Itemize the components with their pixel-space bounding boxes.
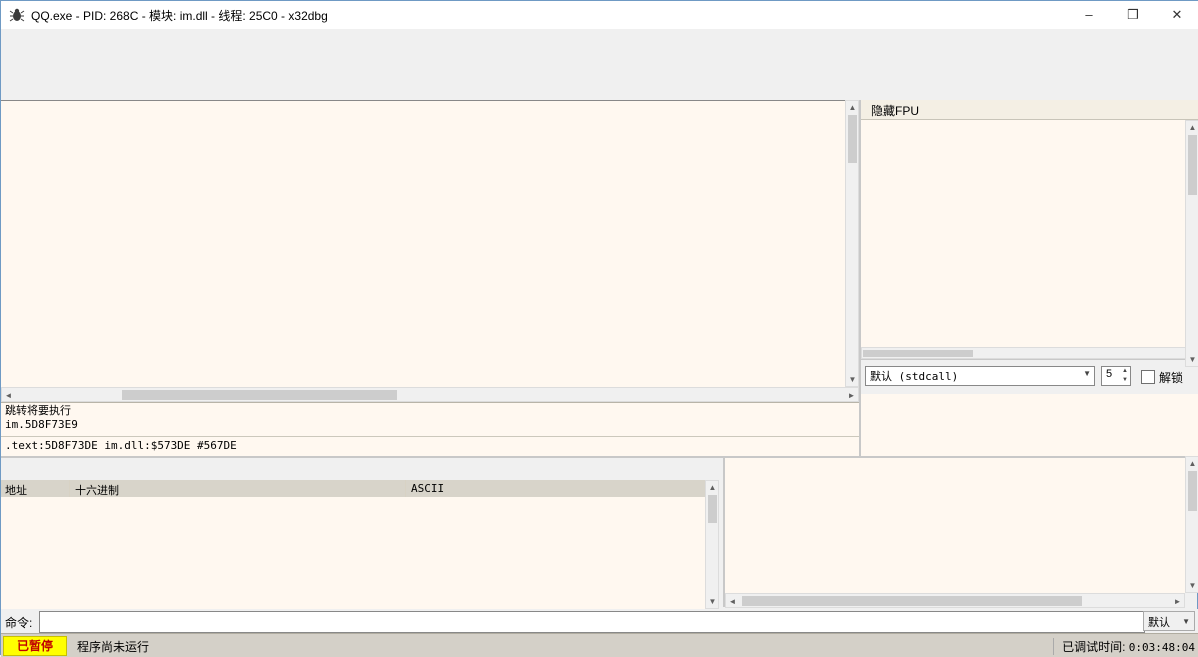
command-mode-select[interactable]: 默认 ▼ <box>1143 611 1195 631</box>
memory-dump-panel[interactable] <box>1 497 705 609</box>
dump-vscrollbar[interactable]: ▲ ▼ <box>705 480 719 609</box>
command-input[interactable] <box>39 611 1145 633</box>
dump-ascii-header: ASCII <box>411 482 444 495</box>
x32dbg-window: { "window": { "title": "QQ.exe - PID: 26… <box>0 0 1198 655</box>
scroll-up-icon[interactable]: ▲ <box>846 101 859 114</box>
disasm-info-panel: 跳转将要执行 im.5D8F73E9 .text:5D8F73DE im.dll… <box>1 402 859 456</box>
maximize-button[interactable]: ❒ <box>1111 1 1155 29</box>
close-button[interactable]: ✕ <box>1155 1 1198 29</box>
minimize-button[interactable]: – <box>1067 1 1111 29</box>
menu-bar <box>1 29 1198 49</box>
title-bar: QQ.exe - PID: 268C - 模块: im.dll - 线程: 25… <box>1 1 1198 30</box>
call-arguments-list[interactable] <box>861 393 1187 453</box>
command-label: 命令: <box>5 614 32 631</box>
app-bug-icon <box>9 7 25 23</box>
chevron-down-icon: ▼ <box>1182 617 1190 626</box>
dump-addr-header: 地址 <box>5 482 27 498</box>
hide-fpu-button[interactable]: 隐藏FPU <box>861 100 1198 120</box>
view-tab-bar <box>1 77 1198 101</box>
jump-taken-note: 跳转将要执行 <box>5 405 859 418</box>
scroll-up-icon[interactable]: ▲ <box>706 481 719 494</box>
registers-list[interactable] <box>861 120 1187 367</box>
address-location-label: .text:5D8F73DE im.dll:$573DE #567DE <box>5 439 237 452</box>
arg-count-spinner[interactable]: 5 ▲▼ <box>1101 366 1131 386</box>
scroll-right-icon[interactable]: ► <box>845 389 858 402</box>
disassembly-panel[interactable] <box>1 100 859 388</box>
stack-hscrollbar[interactable]: ◄ ► <box>725 593 1185 608</box>
paused-status-badge: 已暂停 <box>3 636 67 656</box>
scroll-down-icon[interactable]: ▼ <box>706 595 719 608</box>
window-title: QQ.exe - PID: 268C - 模块: im.dll - 线程: 25… <box>31 7 328 24</box>
scroll-up-icon[interactable]: ▲ <box>1186 457 1198 470</box>
dump-tab-bar <box>1 456 723 480</box>
stack-vscrollbar[interactable]: ▲ ▼ <box>1185 456 1198 593</box>
scroll-down-icon[interactable]: ▼ <box>846 373 859 386</box>
unlock-checkbox[interactable] <box>1141 370 1155 384</box>
scroll-down-icon[interactable]: ▼ <box>1186 353 1198 366</box>
scroll-up-icon[interactable]: ▲ <box>1186 121 1198 134</box>
command-bar: 命令: 默认 ▼ <box>1 609 1198 633</box>
disasm-vscrollbar[interactable]: ▲ ▼ <box>845 100 859 387</box>
spinner-arrows-icon[interactable]: ▲▼ <box>1122 367 1128 385</box>
registers-vscrollbar[interactable]: ▲ ▼ <box>1185 120 1198 367</box>
scroll-left-icon[interactable]: ◄ <box>2 389 15 402</box>
registers-hscrollbar[interactable] <box>861 347 1187 359</box>
info-divider <box>1 436 859 437</box>
dump-header: 地址 十六进制 ASCII <box>1 480 705 498</box>
chevron-down-icon: ▼ <box>1083 369 1091 378</box>
unlock-label: 解锁 <box>1159 369 1183 386</box>
dump-hex-header: 十六进制 <box>75 482 119 498</box>
calling-convention-bar: 默认 (stdcall) ▼ 5 ▲▼ 解锁 <box>861 359 1198 394</box>
status-message: 程序尚未运行 <box>77 638 149 655</box>
scroll-right-icon[interactable]: ► <box>1171 595 1184 608</box>
registers-panel: 隐藏FPU 默认 (stdcall) ▼ 5 ▲▼ 解锁 <box>859 100 1198 456</box>
debug-time: 已调试时间: 0:03:48:04 <box>1053 638 1195 655</box>
disasm-hscrollbar[interactable]: ◄ ► <box>1 387 859 402</box>
status-bar: 已暂停 程序尚未运行 已调试时间: 0:03:48:04 <box>1 633 1198 657</box>
scroll-down-icon[interactable]: ▼ <box>1186 579 1198 592</box>
toolbar <box>1 49 1198 78</box>
scroll-left-icon[interactable]: ◄ <box>726 595 739 608</box>
jump-target: im.5D8F73E9 <box>5 418 859 431</box>
stack-panel[interactable] <box>723 456 1185 607</box>
calling-convention-select[interactable]: 默认 (stdcall) ▼ <box>865 366 1095 386</box>
